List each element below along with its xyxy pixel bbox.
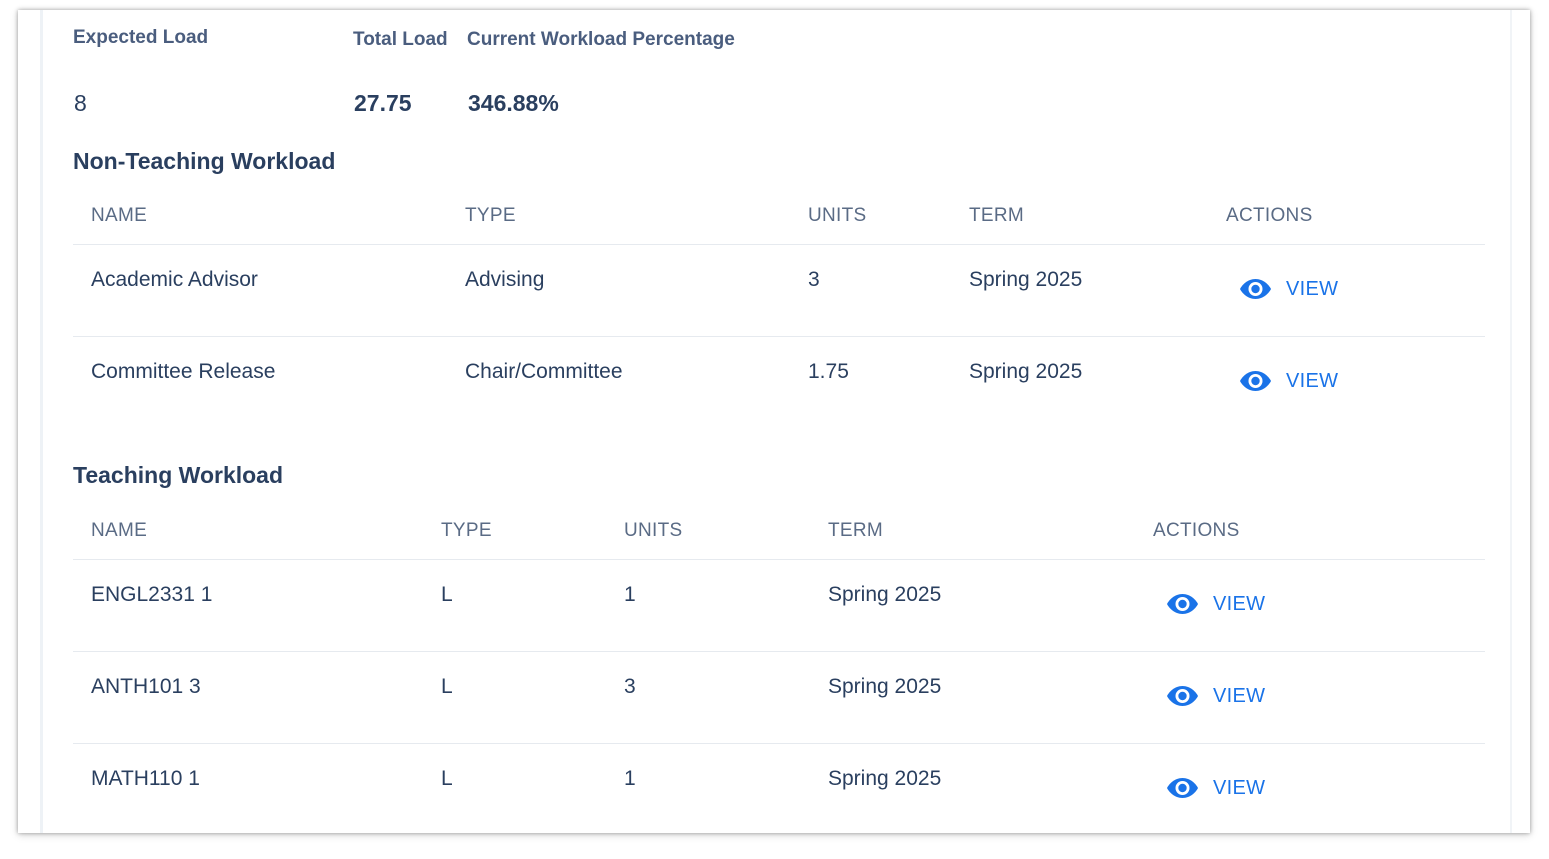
- row-type: Advising: [465, 268, 545, 291]
- row-units: 3: [624, 675, 636, 698]
- non-teaching-table: NAME TYPE UNITS TERM ACTIONS Academic Ad…: [73, 183, 1485, 429]
- row-type: L: [441, 675, 453, 698]
- column-header-units: UNITS: [624, 520, 683, 541]
- column-header-name: NAME: [91, 205, 148, 226]
- panel-left-edge: [40, 10, 43, 833]
- eye-icon: [1240, 279, 1271, 299]
- eye-icon: [1240, 371, 1271, 391]
- view-button[interactable]: VIEW: [1166, 684, 1265, 708]
- workload-percentage-value: 346.88%: [468, 90, 559, 116]
- total-load-label: Total Load: [353, 29, 448, 50]
- table-header: NAME TYPE UNITS TERM ACTIONS: [73, 498, 1485, 560]
- eye-icon: [1167, 594, 1198, 614]
- row-term: Spring 2025: [828, 675, 942, 698]
- row-type: Chair/Committee: [465, 360, 623, 383]
- row-name: Committee Release: [91, 360, 276, 383]
- teaching-title: Teaching Workload: [73, 462, 284, 488]
- workload-panel: Expected Load 8 Total Load 27.75 Current…: [18, 10, 1530, 833]
- column-header-actions: ACTIONS: [1153, 520, 1240, 541]
- table-row: Committee Release Chair/Committee 1.75 S…: [73, 337, 1485, 429]
- row-type: L: [441, 583, 453, 606]
- column-header-units: UNITS: [808, 205, 867, 226]
- workload-percentage-stat: Current Workload Percentage 346.88%: [467, 29, 735, 116]
- table-row: ENGL2331 1 L 1 Spring 2025 VIEW: [73, 560, 1485, 652]
- row-units: 1.75: [808, 360, 849, 383]
- column-header-term: TERM: [969, 205, 1025, 226]
- view-button[interactable]: VIEW: [1239, 277, 1338, 301]
- row-units: 3: [808, 268, 820, 291]
- row-term: Spring 2025: [969, 360, 1083, 383]
- row-term: Spring 2025: [828, 767, 942, 790]
- row-units: 1: [624, 583, 636, 606]
- table-row: MATH110 1 L 1 Spring 2025 VIEW: [73, 744, 1485, 833]
- row-name: ANTH101 3: [91, 675, 201, 698]
- column-header-actions: ACTIONS: [1226, 205, 1313, 226]
- view-label: VIEW: [1286, 369, 1339, 392]
- non-teaching-title: Non-Teaching Workload: [73, 148, 336, 174]
- panel-right-edge: [1510, 10, 1512, 833]
- expected-load-stat: Expected Load 8: [73, 27, 209, 116]
- table-row: ANTH101 3 L 3 Spring 2025 VIEW: [73, 652, 1485, 744]
- workload-percentage-label: Current Workload Percentage: [467, 29, 735, 50]
- view-label: VIEW: [1286, 277, 1339, 300]
- column-header-type: TYPE: [465, 205, 516, 226]
- row-name: MATH110 1: [91, 767, 200, 790]
- table-row: Academic Advisor Advising 3 Spring 2025 …: [73, 245, 1485, 337]
- eye-icon: [1167, 686, 1198, 706]
- view-label: VIEW: [1213, 776, 1266, 799]
- column-header-name: NAME: [91, 520, 148, 541]
- column-header-type: TYPE: [441, 520, 492, 541]
- row-name: ENGL2331 1: [91, 583, 213, 606]
- row-name: Academic Advisor: [91, 268, 258, 291]
- teaching-table: NAME TYPE UNITS TERM ACTIONS ENGL2331 1 …: [73, 498, 1485, 833]
- eye-icon: [1167, 778, 1198, 798]
- expected-load-value: 8: [74, 90, 87, 116]
- row-term: Spring 2025: [969, 268, 1083, 291]
- row-units: 1: [624, 767, 636, 790]
- total-load-stat: Total Load 27.75: [353, 29, 448, 116]
- total-load-value: 27.75: [354, 90, 412, 116]
- view-button[interactable]: VIEW: [1239, 369, 1338, 393]
- row-term: Spring 2025: [828, 583, 942, 606]
- view-button[interactable]: VIEW: [1166, 592, 1265, 616]
- table-header: NAME TYPE UNITS TERM ACTIONS: [73, 183, 1485, 245]
- view-label: VIEW: [1213, 684, 1266, 707]
- column-header-term: TERM: [828, 520, 884, 541]
- view-button[interactable]: VIEW: [1166, 776, 1265, 800]
- row-type: L: [441, 767, 453, 790]
- expected-load-label: Expected Load: [73, 27, 209, 48]
- workload-content: Expected Load 8 Total Load 27.75 Current…: [73, 10, 1485, 833]
- view-label: VIEW: [1213, 592, 1266, 615]
